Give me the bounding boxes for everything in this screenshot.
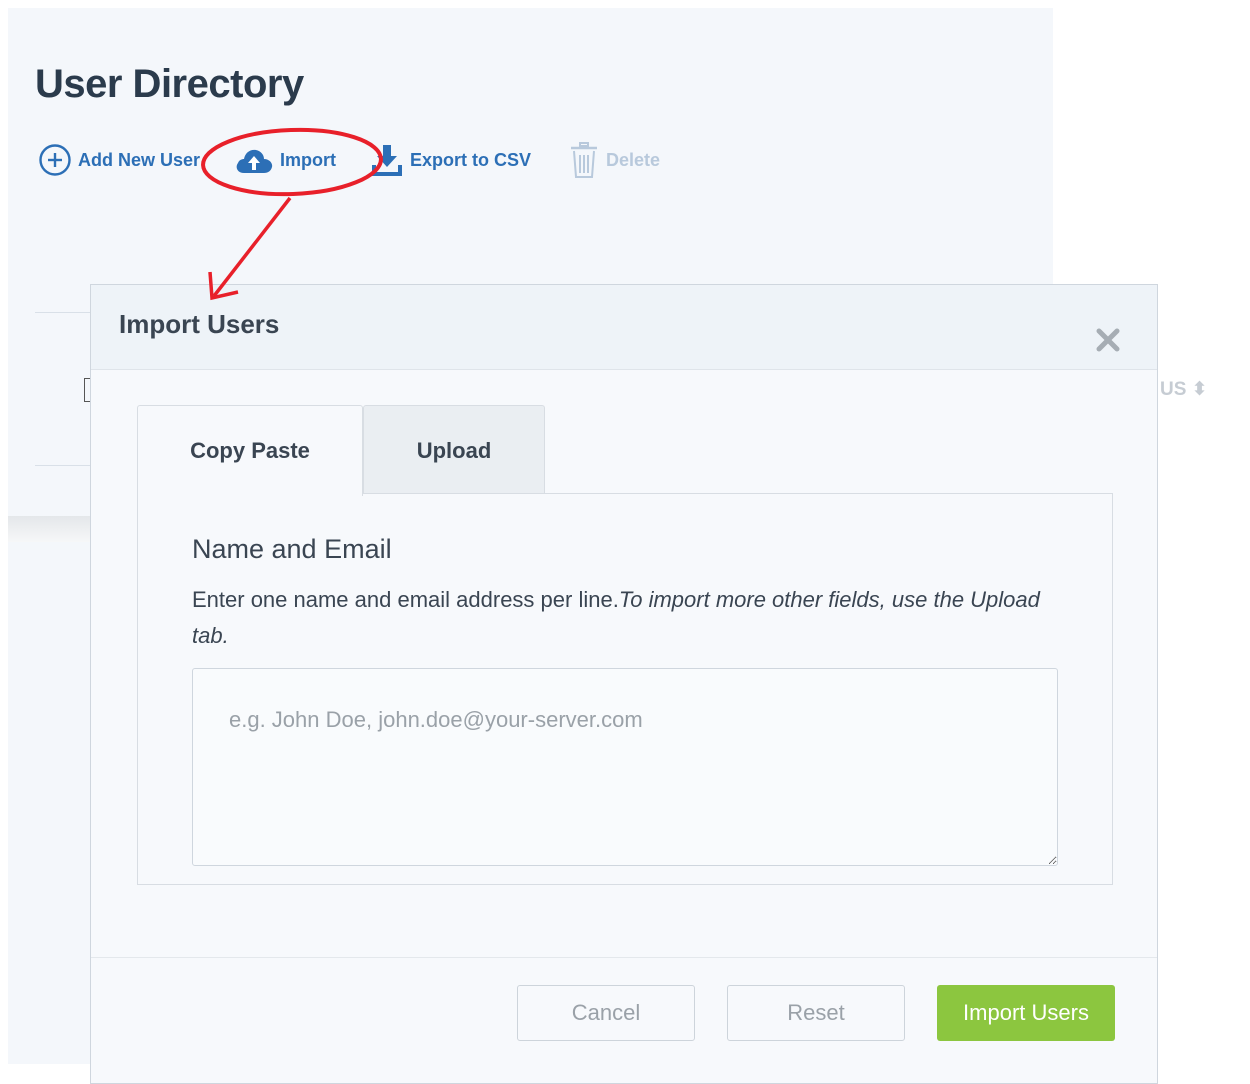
add-circle-icon: [39, 144, 71, 176]
description-plain: Enter one name and email address per lin…: [192, 587, 619, 612]
import-users-button[interactable]: Import Users: [937, 985, 1115, 1041]
trash-icon: [571, 142, 597, 178]
reset-button[interactable]: Reset: [727, 985, 905, 1041]
download-icon: [372, 145, 402, 176]
dialog-footer-divider: [91, 957, 1157, 958]
cancel-button[interactable]: Cancel: [517, 985, 695, 1041]
cloud-upload-icon: [236, 149, 273, 173]
add-new-user-label: Add New User: [78, 149, 201, 170]
table-divider: [35, 465, 95, 466]
delete-label: Delete: [606, 149, 661, 170]
tab-upload[interactable]: Upload: [363, 405, 545, 495]
background-shadow: [8, 516, 92, 542]
name-email-input[interactable]: [192, 668, 1058, 866]
page-title: User Directory: [35, 62, 304, 106]
tab-copy-paste[interactable]: Copy Paste: [137, 405, 363, 496]
name-email-field-wrapper: [192, 668, 1058, 866]
section-title: Name and Email: [192, 534, 392, 564]
section-description: Enter one name and email address per lin…: [192, 582, 1052, 654]
dialog-title: Import Users: [119, 309, 280, 339]
import-label: Import: [280, 149, 336, 170]
table-divider: [35, 312, 95, 313]
close-icon[interactable]: [1093, 325, 1123, 355]
add-new-user-button[interactable]: Add New User: [38, 140, 200, 180]
delete-button[interactable]: Delete: [568, 140, 660, 180]
export-to-csv-label: Export to CSV: [410, 149, 532, 170]
import-users-dialog: Import Users Copy Paste Upload Name and …: [90, 284, 1158, 1084]
export-to-csv-button[interactable]: Export to CSV: [370, 140, 531, 180]
copy-paste-panel: Name and Email Enter one name and email …: [137, 493, 1113, 885]
dialog-header: Import Users: [91, 285, 1157, 370]
status-column-header-fragment: US ⬍: [1160, 379, 1208, 400]
import-button[interactable]: Import: [234, 140, 336, 180]
